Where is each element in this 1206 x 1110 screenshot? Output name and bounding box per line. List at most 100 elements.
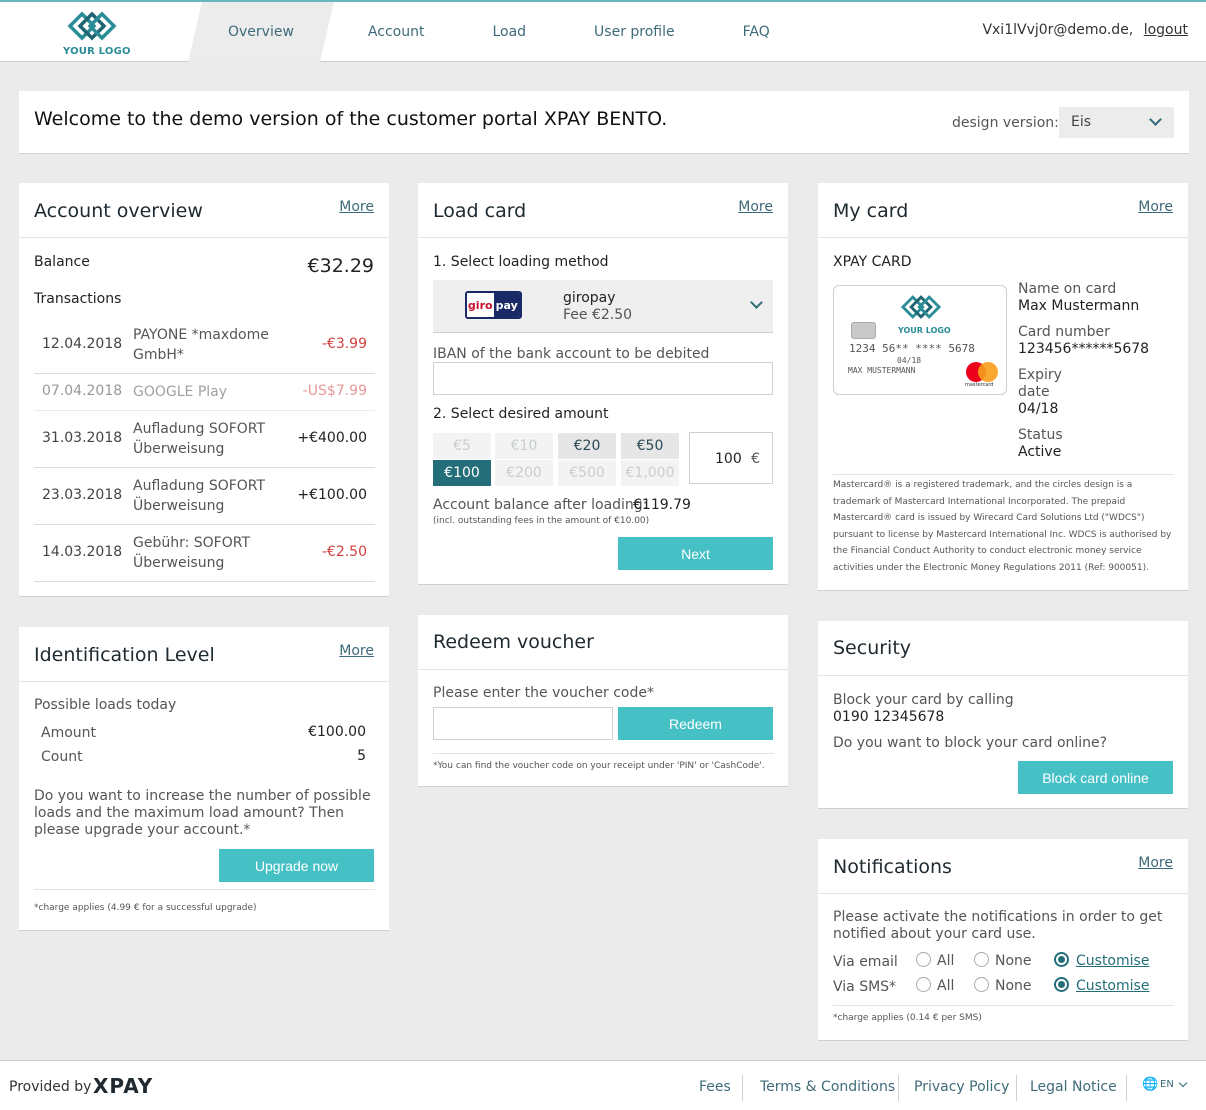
more-link[interactable]: More: [339, 199, 374, 215]
tx-name: PAYONE *maxdome GmbH*: [133, 327, 269, 363]
block-card-online-button[interactable]: Block card online: [1018, 761, 1173, 794]
sms-customise-link[interactable]: Customise: [1076, 978, 1149, 994]
xpay-card-label: XPAY CARD: [833, 254, 912, 270]
tx-date: 12.04.2018: [42, 336, 123, 352]
notifications-text: Please activate the notifications in ord…: [833, 909, 1163, 942]
tx-amount: -US$7.99: [302, 383, 367, 399]
block-question: Do you want to block your card online?: [833, 735, 1108, 751]
email-all-radio[interactable]: [916, 952, 931, 967]
amount-option-200[interactable]: €200: [495, 460, 553, 486]
welcome-banner: Welcome to the demo version of the custo…: [19, 91, 1189, 154]
table-row[interactable]: 12.04.2018 PAYONE *maxdome GmbH* -€3.99: [34, 317, 375, 374]
load-card-card: Load card More 1. Select loading method …: [418, 183, 788, 585]
top-bar: YOUR LOGO Overview Account Load User pro…: [0, 0, 1206, 62]
amount-option-50[interactable]: €50: [621, 433, 679, 459]
giropay-logo-icon: giro pay: [465, 291, 522, 319]
voucher-code-input[interactable]: [433, 707, 613, 740]
xpay-brand-logo[interactable]: XPAY: [93, 1074, 153, 1098]
design-version-select[interactable]: Eis: [1059, 107, 1174, 138]
count-label: Count: [41, 749, 83, 765]
block-label: Block your card by calling: [833, 692, 1014, 708]
status-label: Status: [1018, 427, 1063, 443]
table-row[interactable]: 07.04.2018 GOOGLE Play -US$7.99: [34, 374, 375, 411]
mastercard-icon: mastercard: [964, 362, 1004, 390]
notifications-card: Notifications More Please activate the n…: [818, 839, 1188, 1041]
tab-account[interactable]: Account: [334, 2, 459, 62]
language-select[interactable]: EN: [1160, 1079, 1174, 1090]
card-number-value: 123456******5678: [1018, 341, 1150, 357]
chip-icon: [851, 322, 876, 339]
logout-link[interactable]: logout: [1144, 22, 1188, 38]
via-sms-label: Via SMS*: [833, 979, 897, 995]
next-button[interactable]: Next: [618, 537, 773, 570]
email-customise-link[interactable]: Customise: [1076, 953, 1149, 969]
footer-link-legal[interactable]: Legal Notice: [1030, 1079, 1117, 1095]
expiry-date-label: Expiry date: [1018, 367, 1062, 400]
email-none-label: None: [995, 953, 1032, 969]
identification-card: Identification Level More Possible loads…: [19, 627, 389, 931]
card-title: Security: [833, 637, 912, 659]
welcome-text: Welcome to the demo version of the custo…: [34, 108, 668, 130]
email-customise-radio[interactable]: [1054, 952, 1069, 967]
upgrade-note: *charge applies (4.99 € for a successful…: [34, 903, 257, 913]
card-title: Redeem voucher: [433, 631, 594, 653]
loading-method-select[interactable]: giro pay giropay Fee €2.50: [433, 280, 773, 333]
tx-amount: +€100.00: [297, 487, 367, 503]
tab-user-profile[interactable]: User profile: [560, 2, 709, 62]
card-title: Account overview: [34, 200, 203, 222]
phone-number: 0190 12345678: [833, 709, 945, 725]
table-row[interactable]: 31.03.2018 Aufladung SOFORT Überweisung …: [34, 411, 375, 468]
sms-customise-radio[interactable]: [1054, 977, 1069, 992]
iban-label: IBAN of the bank account to be debited: [433, 346, 710, 362]
count-value: 5: [357, 748, 366, 764]
sms-none-radio[interactable]: [974, 977, 989, 992]
design-version-value: Eis: [1071, 114, 1092, 130]
sms-none-label: None: [995, 978, 1032, 994]
tab-overview[interactable]: Overview: [188, 2, 334, 62]
user-email: Vxi1lVvj0r@demo.de,: [982, 22, 1134, 38]
amount-option-10[interactable]: €10: [495, 433, 553, 459]
footer-link-privacy[interactable]: Privacy Policy: [914, 1079, 1009, 1095]
iban-input[interactable]: [433, 362, 773, 395]
more-link[interactable]: More: [738, 199, 773, 215]
more-link[interactable]: More: [1138, 199, 1173, 215]
tx-amount: -€3.99: [321, 336, 367, 352]
table-row[interactable]: 23.03.2018 Aufladung SOFORT Überweisung …: [34, 468, 375, 525]
tab-load[interactable]: Load: [458, 2, 560, 62]
card-number-label: Card number: [1018, 324, 1110, 340]
method-fee: Fee €2.50: [563, 307, 633, 323]
tx-name: Gebühr: SOFORT Überweisung: [133, 535, 251, 571]
card-expiry-print: 04/18: [897, 356, 922, 365]
custom-amount-input[interactable]: 100 €: [689, 432, 773, 484]
chevron-down-icon: [1178, 1078, 1188, 1088]
sms-all-radio[interactable]: [916, 977, 931, 992]
more-link[interactable]: More: [1138, 855, 1173, 871]
footer-link-fees[interactable]: Fees: [699, 1079, 731, 1095]
amount-option-20[interactable]: €20: [558, 433, 616, 459]
expiry-date-value: 04/18: [1018, 401, 1059, 417]
logo-icon: [900, 295, 942, 319]
more-link[interactable]: More: [339, 643, 374, 659]
tab-faq[interactable]: FAQ: [709, 2, 804, 62]
footer-link-terms[interactable]: Terms & Conditions: [760, 1079, 895, 1095]
table-row[interactable]: 14.03.2018 Gebühr: SOFORT Überweisung -€…: [34, 525, 375, 582]
chevron-down-icon: [750, 296, 763, 309]
step-2-label: 2. Select desired amount: [433, 406, 609, 422]
card-title: Load card: [433, 200, 527, 222]
redeem-button[interactable]: Redeem: [618, 707, 773, 740]
balance-after-label: Account balance after loading:: [433, 497, 648, 513]
card-name-print: MAX MUSTERMANN: [848, 366, 916, 375]
card-number-print: 1234 56** **** 5678: [849, 342, 975, 355]
logo[interactable]: YOUR LOGO: [62, 8, 131, 62]
fees-note: (incl. outstanding fees in the amount of…: [433, 516, 650, 526]
amount-option-100[interactable]: €100: [433, 460, 491, 486]
card-image: YOUR LOGO 1234 56** **** 5678 04/18 MAX …: [833, 285, 1007, 395]
design-version-label: design version:: [952, 115, 1059, 131]
tx-name: Aufladung SOFORT Überweisung: [133, 421, 266, 457]
amount-option-1000[interactable]: €1,000: [621, 460, 679, 486]
step-1-label: 1. Select loading method: [433, 254, 609, 270]
upgrade-now-button[interactable]: Upgrade now: [219, 849, 374, 882]
email-none-radio[interactable]: [974, 952, 989, 967]
amount-option-500[interactable]: €500: [558, 460, 616, 486]
amount-option-5[interactable]: €5: [433, 433, 491, 459]
